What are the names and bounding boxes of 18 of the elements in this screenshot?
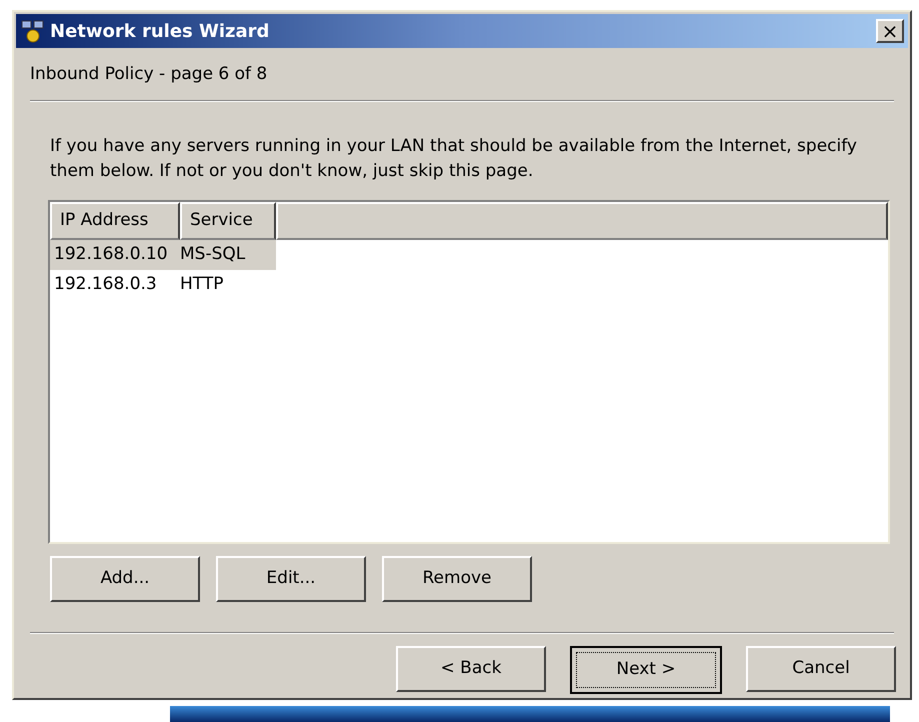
table-cell-text: MS-SQL bbox=[180, 242, 246, 266]
window-title: Network rules Wizard bbox=[50, 20, 270, 44]
network-icon bbox=[20, 19, 46, 43]
close-button[interactable]: × bbox=[876, 19, 904, 43]
table-cell-text: 192.168.0.10 bbox=[53, 242, 169, 266]
list-action-button[interactable]: Add... bbox=[50, 556, 200, 602]
wizard-nav-button[interactable]: Next > bbox=[570, 646, 722, 694]
wizard-nav-button[interactable]: Cancel bbox=[746, 646, 896, 692]
description-text: If you have any servers running in your LAN that should be available from the Internet, specify them below. If not or you don't know, just skip this page. bbox=[50, 134, 858, 182]
list-action-button[interactable]: Remove bbox=[382, 556, 532, 602]
table-cell-text: 192.168.0.3 bbox=[53, 272, 158, 296]
list-row[interactable]: 192.168.0.10 MS-SQL bbox=[50, 240, 276, 270]
column-header[interactable]: IP Address bbox=[50, 202, 180, 240]
list-action-button[interactable]: Edit... bbox=[216, 556, 366, 602]
page-title: Inbound Policy - page 6 of 8 bbox=[29, 63, 268, 86]
column-header[interactable]: Service bbox=[180, 202, 276, 240]
table-cell-text: HTTP bbox=[180, 272, 225, 296]
wizard-nav-button[interactable]: < Back bbox=[396, 646, 546, 692]
